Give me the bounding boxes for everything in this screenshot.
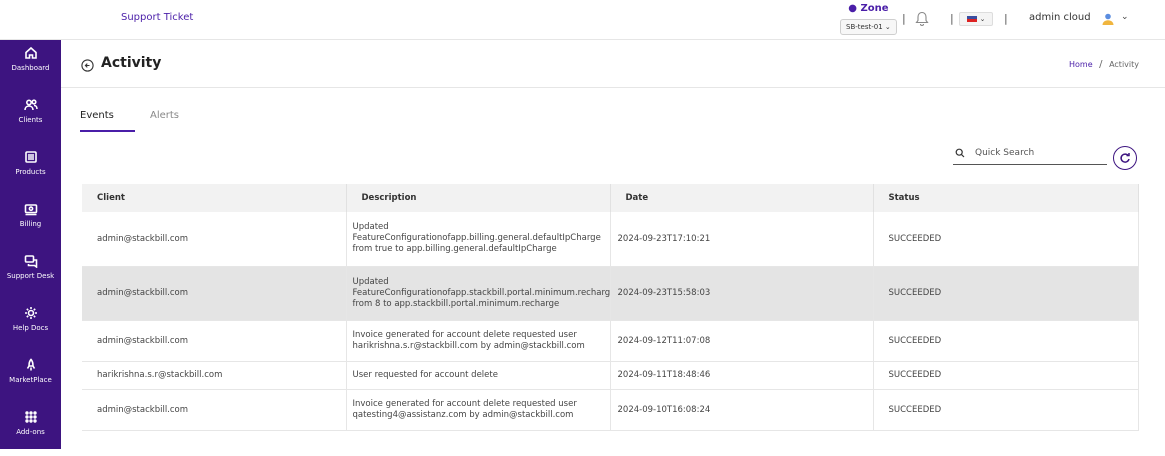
sidebar-item-clients[interactable]: Clients — [0, 92, 61, 144]
cell-description: Updated FeatureConfigurationofapp.billin… — [346, 212, 611, 267]
zone-value: SB-test-01 — [846, 23, 883, 31]
cell-status: SUCCEEDED — [873, 361, 1139, 390]
breadcrumb-separator: / — [1099, 59, 1103, 70]
refresh-button[interactable] — [1113, 146, 1137, 170]
activity-table: Client Description Date Status admin@sta… — [82, 184, 1139, 431]
column-header-status[interactable]: Status — [873, 184, 1139, 212]
cell-client: admin@stackbill.com — [82, 320, 347, 362]
zone-selector[interactable]: ● Zone SB-test-01 ⌄ — [840, 3, 897, 35]
top-bar: Support Ticket ● Zone SB-test-01 ⌄ | | ⌄… — [0, 0, 1165, 40]
divider: | — [1004, 12, 1008, 25]
search-icon — [955, 148, 965, 158]
tab-alerts[interactable]: Alerts — [150, 110, 179, 121]
user-name[interactable]: admin cloud — [1029, 12, 1091, 23]
zone-label: ● Zone — [840, 3, 897, 14]
sidebar-item-billing[interactable]: Billing — [0, 196, 61, 248]
support-ticket-link[interactable]: Support Ticket — [121, 12, 193, 23]
user-avatar-icon[interactable] — [1101, 11, 1115, 30]
cell-client: harikrishna.s.r@stackbill.com — [82, 361, 347, 390]
search-input[interactable] — [975, 145, 1103, 161]
chevron-down-icon: ⌄ — [979, 15, 986, 23]
cell-description: Updated FeatureConfigurationofapp.stackb… — [346, 266, 611, 321]
quick-search — [953, 145, 1107, 165]
table-row[interactable]: admin@stackbill.com Updated FeatureConfi… — [82, 212, 1139, 267]
breadcrumb: Home / Activity — [1069, 59, 1139, 70]
cell-client: admin@stackbill.com — [82, 266, 347, 321]
sidebar-item-label: Clients — [18, 116, 43, 124]
gear-icon — [24, 307, 37, 319]
support-icon — [24, 255, 37, 268]
refresh-icon — [1120, 153, 1130, 163]
sidebar-item-support-desk[interactable]: Support Desk — [0, 248, 61, 300]
tab-events[interactable]: Events — [80, 110, 114, 121]
sidebar-item-products[interactable]: Products — [0, 144, 61, 196]
table-header-row: Client Description Date Status — [82, 184, 1139, 212]
table-row[interactable]: admin@stackbill.com Invoice generated fo… — [82, 320, 1139, 362]
column-header-description[interactable]: Description — [346, 184, 611, 212]
billing-icon — [24, 204, 37, 216]
chevron-down-icon[interactable]: ⌄ — [1121, 12, 1129, 22]
table-row[interactable]: admin@stackbill.com Invoice generated fo… — [82, 389, 1139, 431]
column-header-date[interactable]: Date — [610, 184, 874, 212]
page-title: Activity — [101, 55, 162, 71]
divider: | — [950, 12, 954, 25]
back-arrow-icon[interactable] — [81, 57, 94, 76]
sidebar-item-dashboard[interactable]: Dashboard — [0, 40, 61, 92]
sidebar-item-label: Products — [15, 168, 46, 176]
cell-description: User requested for account delete — [346, 361, 611, 390]
cell-status: SUCCEEDED — [873, 266, 1139, 321]
home-icon — [24, 46, 37, 59]
sidebar-item-label: Billing — [19, 220, 42, 228]
sidebar-item-label: MarketPlace — [9, 376, 52, 384]
cell-description: Invoice generated for account delete req… — [346, 389, 611, 431]
zone-dropdown[interactable]: SB-test-01 ⌄ — [840, 19, 897, 35]
products-icon — [24, 151, 37, 163]
addons-icon — [24, 411, 37, 423]
column-header-client[interactable]: Client — [82, 184, 347, 212]
bell-icon[interactable] — [915, 11, 929, 31]
cell-date: 2024-09-23T17:10:21 — [610, 212, 874, 267]
us-flag-icon — [966, 16, 977, 22]
cell-status: SUCCEEDED — [873, 389, 1139, 431]
sidebar-item-label: Help Docs — [12, 324, 49, 332]
location-pin-icon: ● — [848, 3, 857, 14]
sidebar-item-label: Add-ons — [16, 428, 45, 436]
table-row[interactable]: harikrishna.s.r@stackbill.com User reque… — [82, 361, 1139, 390]
cell-client: admin@stackbill.com — [82, 212, 347, 267]
language-selector[interactable]: ⌄ — [959, 12, 993, 26]
cell-date: 2024-09-23T15:58:03 — [610, 266, 874, 321]
page-header: Activity Home / Activity — [61, 40, 1165, 88]
sidebar-item-help-docs[interactable]: Help Docs — [0, 300, 61, 352]
cell-status: SUCCEEDED — [873, 320, 1139, 362]
sidebar-item-label: Dashboard — [11, 64, 50, 72]
marketplace-icon — [26, 358, 35, 371]
breadcrumb-home[interactable]: Home — [1069, 60, 1093, 69]
cell-status: SUCCEEDED — [873, 212, 1139, 267]
sidebar-item-label: Support Desk — [6, 272, 55, 280]
cell-client: admin@stackbill.com — [82, 389, 347, 431]
cell-date: 2024-09-10T16:08:24 — [610, 389, 874, 431]
breadcrumb-current: Activity — [1109, 60, 1139, 69]
table-row[interactable]: admin@stackbill.com Updated FeatureConfi… — [82, 266, 1139, 321]
cell-date: 2024-09-11T18:48:46 — [610, 361, 874, 390]
zone-label-text: Zone — [860, 3, 889, 14]
cell-description: Invoice generated for account delete req… — [346, 320, 611, 362]
sidebar: Dashboard Clients Products Billing Suppo… — [0, 40, 61, 449]
sidebar-item-marketplace[interactable]: MarketPlace — [0, 352, 61, 404]
users-icon — [23, 99, 38, 111]
active-tab-indicator — [80, 130, 135, 132]
chevron-down-icon: ⌄ — [884, 23, 891, 31]
divider: | — [902, 12, 906, 25]
sidebar-item-add-ons[interactable]: Add-ons — [0, 404, 61, 456]
cell-date: 2024-09-12T11:07:08 — [610, 320, 874, 362]
